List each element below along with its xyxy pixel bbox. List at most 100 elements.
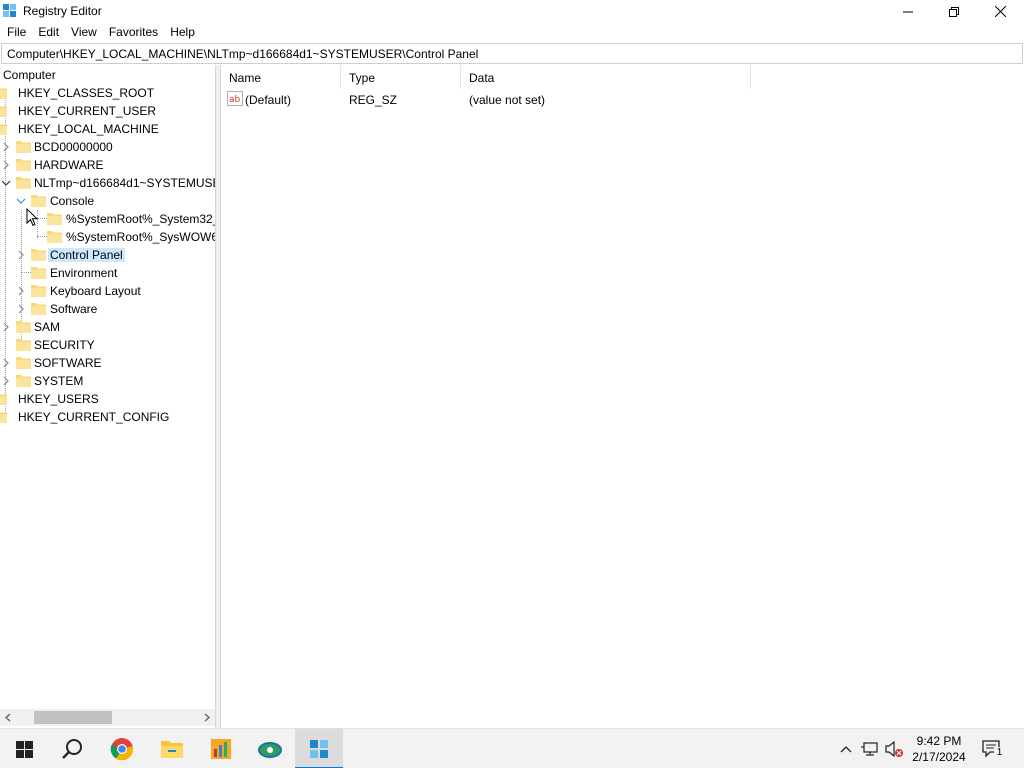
- tree-item-computer[interactable]: Computer: [0, 66, 215, 84]
- column-header-data[interactable]: Data: [461, 65, 751, 89]
- volume-tray-button[interactable]: [884, 739, 904, 759]
- folder-open-icon: [16, 177, 31, 189]
- scroll-left-icon[interactable]: [4, 713, 12, 722]
- folder-icon: [16, 159, 31, 171]
- tree-item-nltmp[interactable]: NLTmp~d166684d1~SYSTEMUSER: [0, 174, 216, 192]
- tree-item-hkey-current-user[interactable]: HKEY_CURRENT_USER: [0, 102, 215, 120]
- tree-item-hkey-current-config[interactable]: HKEY_CURRENT_CONFIG: [0, 408, 215, 426]
- address-text: Computer\HKEY_LOCAL_MACHINE\NLTmp~d16668…: [7, 47, 479, 61]
- chevron-right-icon[interactable]: [16, 250, 26, 260]
- menu-file[interactable]: File: [0, 23, 32, 43]
- registry-tree[interactable]: Computer HKEY_CLASSES_ROOT HKEY_CURRENT_…: [0, 65, 216, 728]
- values-list[interactable]: Name Type Data ab (Default) REG_SZ (valu…: [220, 65, 1024, 728]
- tree-item-label: Console: [50, 194, 95, 208]
- folder-icon: [47, 213, 62, 225]
- folder-open-icon: [0, 124, 7, 135]
- folder-icon: [16, 339, 31, 351]
- tree-item-label: Control Panel: [48, 248, 125, 262]
- tree-item-sam[interactable]: SAM: [0, 318, 215, 336]
- tree-item-label: Computer: [3, 68, 56, 82]
- scrollbar-thumb[interactable]: [34, 711, 112, 724]
- list-header: Name Type Data: [221, 65, 1024, 89]
- taskbar-clock[interactable]: 9:42 PM 2/17/2024: [906, 733, 972, 765]
- tree-item-software-sub[interactable]: Software: [0, 300, 215, 318]
- list-item[interactable]: ab (Default) REG_SZ (value not set): [221, 89, 1024, 109]
- tree-item-keyboard-layout[interactable]: Keyboard Layout: [0, 282, 215, 300]
- search-icon: [62, 739, 82, 759]
- tree-item-hkey-classes-root[interactable]: HKEY_CLASSES_ROOT: [0, 84, 215, 102]
- file-explorer-taskbar-button[interactable]: [148, 729, 196, 768]
- restore-button[interactable]: [931, 0, 977, 23]
- chevron-right-icon[interactable]: [1, 376, 11, 386]
- menu-help[interactable]: Help: [164, 23, 201, 43]
- value-data: (value not set): [469, 93, 546, 107]
- scroll-right-icon[interactable]: [203, 713, 211, 722]
- folder-icon: [16, 357, 31, 369]
- network-tray-button[interactable]: [860, 739, 880, 759]
- address-bar[interactable]: Computer\HKEY_LOCAL_MACHINE\NLTmp~d16668…: [1, 43, 1023, 64]
- title-bar: Registry Editor: [0, 0, 1024, 23]
- registry-editor-taskbar-button[interactable]: [295, 729, 343, 768]
- tree-item-label: Software: [50, 302, 98, 316]
- notification-count: 1: [994, 747, 1005, 759]
- column-header-name[interactable]: Name: [221, 65, 341, 89]
- menu-edit[interactable]: Edit: [32, 23, 65, 43]
- start-button[interactable]: [0, 729, 48, 768]
- chevron-right-icon[interactable]: [16, 304, 26, 314]
- chevron-right-icon[interactable]: [1, 322, 11, 332]
- tree-item-control-panel[interactable]: Control Panel: [0, 246, 215, 264]
- close-icon: [994, 6, 1006, 17]
- tree-item-label: NLTmp~d166684d1~SYSTEMUSER: [34, 176, 216, 190]
- tree-item-system[interactable]: SYSTEM: [0, 372, 215, 390]
- tree-item-label: SOFTWARE: [34, 356, 102, 370]
- network-app-taskbar-button[interactable]: [246, 729, 294, 768]
- menu-bar: File Edit View Favorites Help: [0, 23, 1024, 43]
- folder-icon: [16, 321, 31, 333]
- app-taskbar-button[interactable]: [197, 729, 245, 768]
- registry-editor-app-icon: [3, 4, 17, 18]
- tree-item-label: HARDWARE: [34, 158, 104, 172]
- minimize-button[interactable]: [885, 0, 931, 23]
- folder-open-icon: [31, 195, 46, 207]
- tree-horizontal-scrollbar[interactable]: [0, 709, 215, 726]
- mouse-cursor-icon: [26, 208, 38, 227]
- chevron-down-icon[interactable]: [1, 178, 11, 188]
- chevron-right-icon[interactable]: [1, 358, 11, 368]
- folder-icon: [47, 231, 62, 243]
- tree-item-syswow64[interactable]: %SystemRoot%_SysWOW64: [0, 228, 215, 246]
- clock-date: 2/17/2024: [912, 750, 966, 764]
- menu-favorites[interactable]: Favorites: [103, 23, 164, 43]
- action-center-button[interactable]: 1: [982, 739, 1005, 759]
- tree-item-label: SECURITY: [34, 338, 95, 352]
- folder-icon: [31, 249, 46, 261]
- tree-item-environment[interactable]: Environment: [0, 264, 215, 282]
- folder-icon: [0, 88, 7, 99]
- minimize-icon: [903, 11, 913, 12]
- tree-item-security[interactable]: SECURITY: [0, 336, 215, 354]
- svg-text:ab: ab: [229, 95, 241, 105]
- tree-item-label: BCD00000000: [34, 140, 113, 154]
- tree-item-label: Environment: [50, 266, 118, 280]
- chevron-right-icon[interactable]: [1, 160, 11, 170]
- tree-item-bcd[interactable]: BCD00000000: [0, 138, 215, 156]
- close-button[interactable]: [977, 0, 1023, 23]
- tree-item-hkey-users[interactable]: HKEY_USERS: [0, 390, 215, 408]
- chevron-right-icon[interactable]: [1, 142, 11, 152]
- string-value-icon: ab: [227, 91, 243, 106]
- chrome-taskbar-button[interactable]: [98, 729, 146, 768]
- tree-item-software[interactable]: SOFTWARE: [0, 354, 215, 372]
- menu-view[interactable]: View: [65, 23, 103, 43]
- tree-item-label: HKEY_CURRENT_USER: [18, 104, 157, 118]
- chevron-up-icon: [840, 746, 852, 753]
- value-type: REG_SZ: [349, 93, 398, 107]
- start-icon: [15, 740, 33, 758]
- chevron-down-icon[interactable]: [16, 196, 26, 206]
- search-button[interactable]: [48, 729, 96, 768]
- tree-item-hardware[interactable]: HARDWARE: [0, 156, 215, 174]
- show-hidden-icons-button[interactable]: [836, 739, 856, 759]
- tree-item-label: HKEY_CLASSES_ROOT: [18, 86, 155, 100]
- folder-icon: [0, 394, 7, 405]
- tree-item-hkey-local-machine[interactable]: HKEY_LOCAL_MACHINE: [0, 120, 215, 138]
- chevron-right-icon[interactable]: [16, 286, 26, 296]
- column-header-type[interactable]: Type: [341, 65, 461, 89]
